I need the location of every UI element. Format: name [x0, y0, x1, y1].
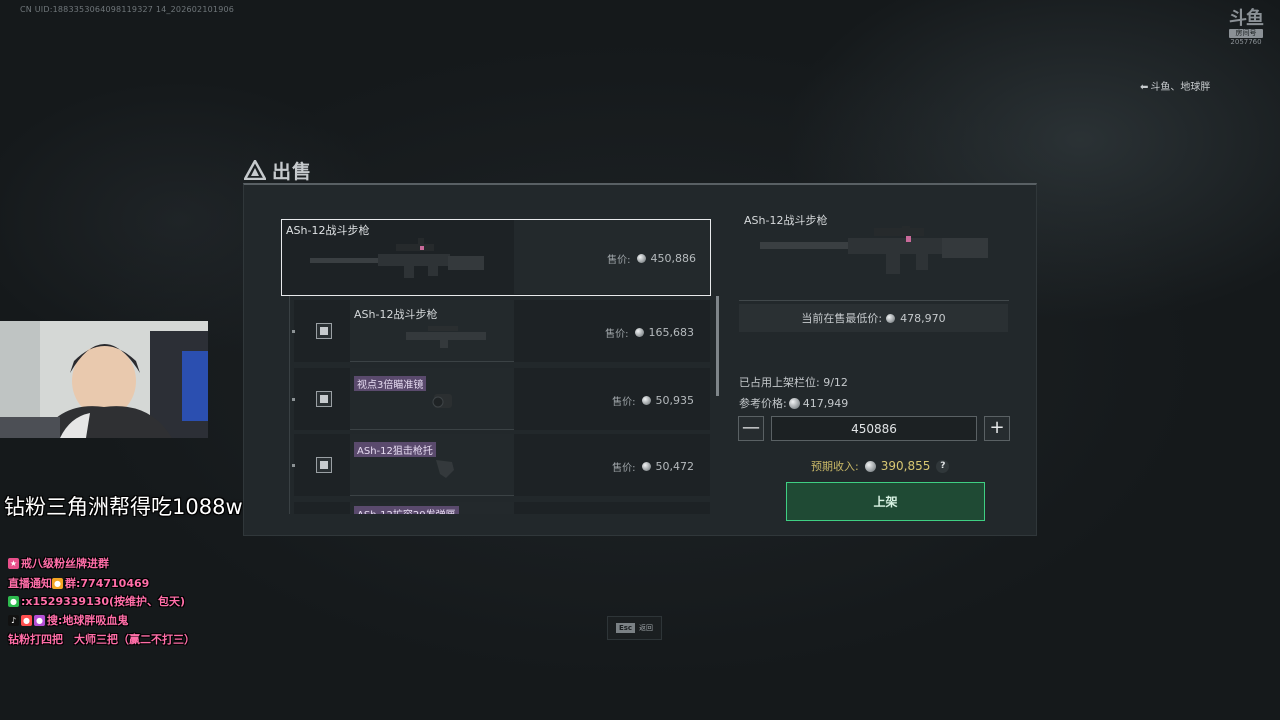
item-name: ASh-12扩容20发弹匣 — [354, 506, 459, 514]
slots-label: 已占用上架栏位: — [739, 376, 820, 389]
esc-label: 返回 — [639, 624, 654, 632]
help-icon[interactable]: ? — [936, 459, 950, 473]
webcam-feed — [0, 321, 208, 438]
room-label: 房间号 — [1229, 29, 1263, 38]
note-text: :x1529339130(按维护、包天) — [21, 595, 186, 608]
expected-income: 预期收入: 390,855 ? — [811, 458, 950, 474]
price-value: 50,935 — [655, 394, 695, 407]
price-label: 售价: — [612, 463, 636, 474]
minus-icon[interactable]: — — [738, 416, 764, 441]
person-icon: ● — [52, 577, 63, 589]
app-icon: ● — [34, 614, 45, 626]
price-input[interactable] — [771, 416, 977, 441]
arrow-left-icon: ⬅ — [1140, 82, 1149, 93]
logo-text: 斗鱼 — [1229, 8, 1264, 29]
ref-value: 417,949 — [802, 396, 849, 410]
stock-image — [436, 460, 454, 478]
checkbox-icon[interactable] — [316, 391, 332, 407]
note-text: 搜:地球胖吸血鬼 — [47, 614, 129, 627]
ref-label: 参考价格: — [739, 397, 787, 410]
item-price: 售价: 50,472 — [612, 459, 694, 474]
tree-bullet — [292, 330, 295, 333]
warning-triangle-icon — [244, 160, 266, 180]
coin-icon — [864, 460, 876, 472]
price-label: 售价: — [607, 255, 631, 266]
douyu-logo: 斗鱼 房间号 2057760 — [1226, 10, 1266, 50]
divider — [739, 300, 1009, 301]
item-price: 售价: 50,935 — [612, 393, 694, 408]
attachment-list[interactable]: ASh-12战斗步枪 售价: 165,683 视点3倍瞄准镜 售价: 50,93… — [282, 296, 720, 514]
item-price: 售价: 450,886 — [607, 251, 696, 266]
scope-image — [432, 394, 452, 408]
wechat-icon: ● — [8, 595, 19, 607]
list-item[interactable]: ASh-12扩容20发弹匣 — [294, 502, 710, 514]
rifle-image — [310, 238, 484, 278]
badge-icon: ★ — [8, 557, 19, 569]
item-name: 视点3倍瞄准镜 — [354, 376, 427, 391]
fan-group-note: ★ 戒八级粉丝牌进​群 — [8, 555, 109, 571]
tree-bullet — [292, 398, 295, 401]
checkbox-icon[interactable] — [316, 323, 332, 339]
price-value: 450,886 — [650, 252, 697, 265]
coin-icon — [636, 254, 646, 263]
slots-value: 9/12 — [823, 376, 848, 389]
rules-note: 钻粉打四把 大师三把（赢二不打三） — [8, 631, 195, 647]
note-text: 戒八级粉丝牌进​群 — [21, 557, 109, 570]
income-label: 预期收入: — [811, 460, 859, 473]
wechat-note: ● :x1529339130(按维护、包天) — [8, 593, 185, 609]
coin-icon — [788, 397, 800, 409]
list-scrollbar[interactable] — [716, 296, 719, 396]
slots-used: 已占用上架栏位: 9/12 — [739, 374, 848, 390]
list-for-sale-button[interactable]: 上架 — [786, 482, 985, 521]
tree-line — [289, 296, 290, 514]
coin-icon — [886, 313, 896, 323]
price-value: 50,472 — [655, 460, 695, 473]
fan-slogan: 钻粉三角洲帮得吃1088w — [4, 495, 243, 519]
plus-icon[interactable]: + — [984, 416, 1010, 441]
sell-header: 出售 — [244, 156, 312, 184]
note-text: 群:774710469 — [65, 577, 150, 590]
price-label: 售价: — [605, 329, 629, 340]
note-text: 钻粉打四把 大师三把（赢二不打三） — [8, 633, 195, 646]
checkbox-icon[interactable] — [316, 457, 332, 473]
coin-icon — [634, 328, 644, 337]
uid-watermark: CN UID:1883353064098119327 14_2026021019… — [20, 5, 235, 14]
list-item[interactable]: ASh-12战斗步枪 售价: 165,683 — [292, 300, 710, 362]
esc-key: Esc — [615, 623, 636, 633]
selected-item-card[interactable]: ASh-12战斗步枪 售价: 450,886 — [281, 219, 711, 296]
streamer-tag-text: 斗鱼、地球胖 — [1150, 82, 1211, 93]
live-notice: 直播通知 ● 群:774710469 — [8, 575, 149, 591]
list-item[interactable]: ASh-12狙击枪托 售价: 50,472 — [292, 434, 710, 496]
list-item[interactable]: 视点3倍瞄准镜 售价: 50,935 — [292, 368, 710, 430]
streamer-tag: ⬅ 斗鱼、地球胖 — [1140, 78, 1210, 93]
income-value: 390,855 — [880, 459, 931, 473]
price-label: 售价: — [612, 397, 636, 408]
price-value: 165,683 — [648, 326, 695, 339]
item-price: 售价: 165,683 — [605, 325, 694, 340]
esc-back-button[interactable]: Esc 返回 — [607, 616, 662, 640]
reference-price: 参考价格: 417,949 — [739, 395, 848, 411]
lowest-label: 当前在售最低价: — [801, 312, 883, 325]
room-number: 2057760 — [1230, 38, 1262, 46]
lowest-value: 478,970 — [900, 311, 946, 325]
preview-rifle-image — [760, 226, 988, 274]
item-name: ASh-12狙击枪托 — [354, 442, 436, 457]
social-note: ♪ ● ● 搜:地球胖吸血鬼 — [8, 612, 128, 628]
coin-icon — [641, 396, 651, 405]
rifle-image — [406, 326, 486, 348]
lowest-price-box: 当前在售最低价: 478,970 — [739, 304, 1008, 332]
app-icon: ● — [21, 614, 32, 626]
coin-icon — [641, 462, 651, 471]
tree-bullet — [292, 464, 295, 467]
page-title: 出售 — [272, 160, 313, 183]
note-text: 直播通知 — [8, 577, 52, 590]
tiktok-icon: ♪ — [8, 614, 19, 626]
